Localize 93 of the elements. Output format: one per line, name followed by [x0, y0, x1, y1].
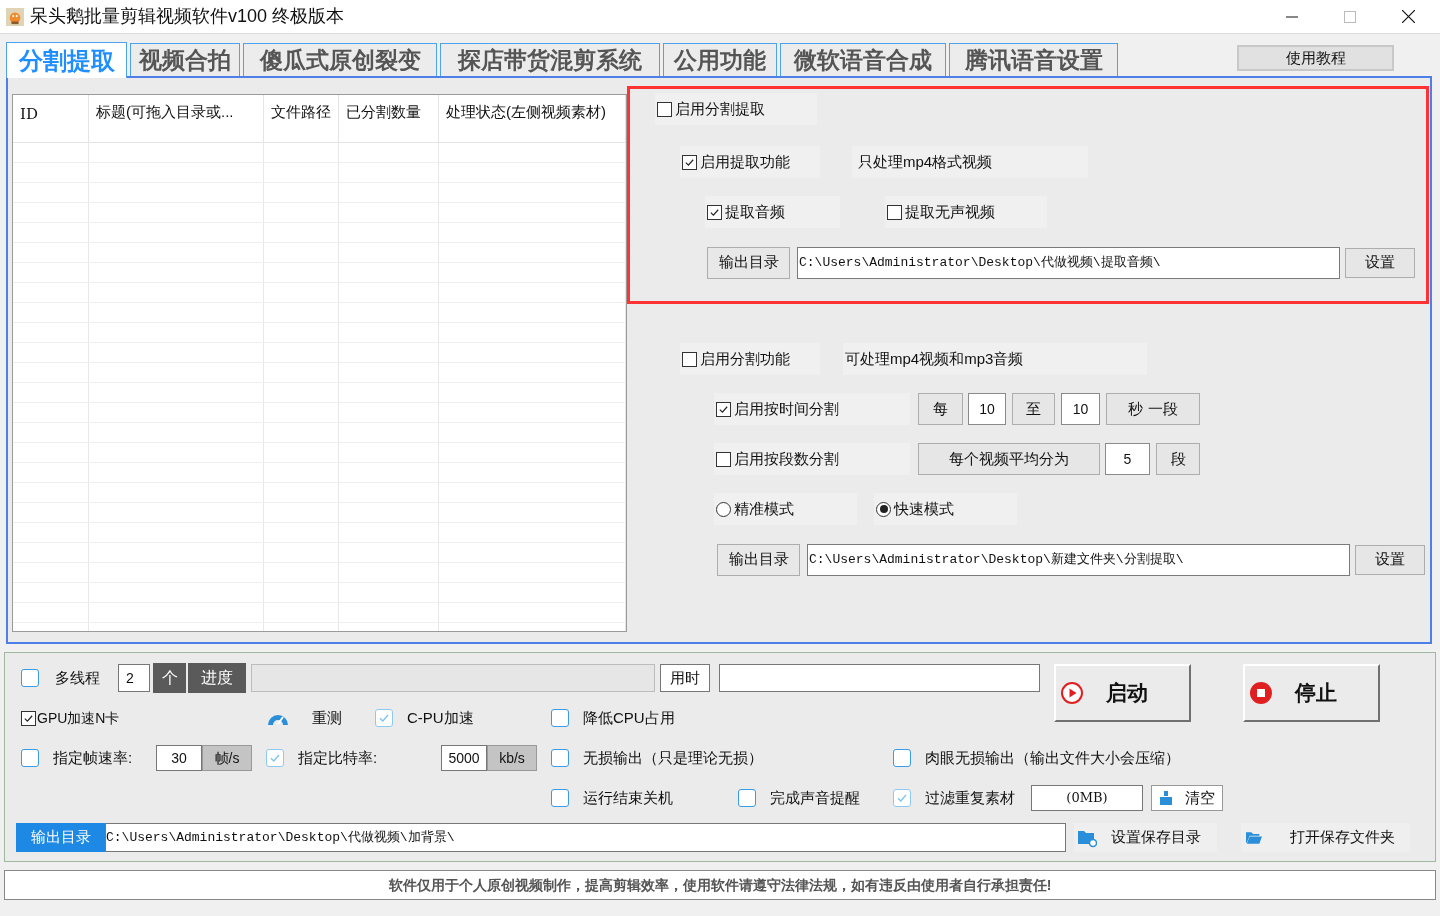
tab[interactable]: 腾讯语音设置 [949, 43, 1118, 76]
unit-label: 帧/s [202, 745, 252, 771]
radio-label: 快速模式 [894, 498, 954, 519]
checkbox-label: C-PU加速 [407, 707, 474, 728]
number-field[interactable]: 5000 [441, 745, 487, 771]
check-mark-icon [378, 712, 390, 724]
radio-button[interactable] [876, 501, 891, 517]
label-box: 每个视频平均分为 [918, 443, 1100, 475]
elapsed-label: 用时 [660, 664, 710, 692]
elapsed-field[interactable] [719, 664, 1040, 692]
checkbox-label: 过滤重复素材 [925, 787, 1015, 808]
size-field: (0MB) [1031, 785, 1143, 811]
column-header[interactable]: 文件路径 [264, 95, 339, 142]
checkbox[interactable] [551, 709, 569, 727]
checkbox-label: 肉眼无损输出（输出文件大小会压缩） [925, 747, 1180, 768]
column-header[interactable]: 处理状态(左侧视频素材) [439, 95, 626, 142]
checkbox-label: 启用分割提取 [675, 98, 765, 119]
label-box: 至 [1012, 393, 1055, 425]
number-field[interactable]: 10 [1061, 393, 1100, 425]
column-header[interactable]: 标题(可拖入目录或... [89, 95, 264, 142]
path-field[interactable]: C:\Users\Administrator\Desktop\新建文件夹\分割提取\ [807, 543, 1350, 576]
clear-button[interactable]: 清空 [1151, 785, 1223, 811]
checkbox-label: 指定比特率: [298, 747, 378, 768]
checkbox[interactable] [551, 749, 569, 767]
open-folder-button[interactable]: 打开保存文件夹 [1241, 823, 1410, 852]
checkbox-label: 降低CPU占用 [583, 707, 675, 728]
set-button[interactable]: 设置 [1355, 544, 1425, 575]
checkbox-label: 运行结束关机 [583, 787, 673, 808]
checkbox[interactable] [657, 101, 672, 117]
radio-label: 精准模式 [734, 498, 794, 519]
check-mark-icon [269, 752, 281, 764]
checkbox-label: 多线程 [55, 667, 101, 688]
column-header[interactable]: ID [13, 95, 89, 142]
checkbox[interactable] [551, 789, 569, 807]
checkbox[interactable] [21, 669, 39, 687]
checkbox-label: GPU加速N卡 [37, 708, 120, 728]
set-button[interactable]: 设置 [1345, 247, 1415, 278]
checkbox-label: 启用按段数分割 [734, 448, 839, 469]
notice-text: 软件仅用于个人原创视频制作，提高剪辑效率，使用软件请遵守法律法规，如有违反由使用者自行承担责任! [4, 870, 1436, 900]
checkbox-label: 启用按时间分割 [734, 398, 839, 419]
tab[interactable]: 探店带货混剪系统 [440, 43, 660, 76]
checkbox-label: 完成声音提醒 [770, 787, 860, 808]
retest-button[interactable]: 重测 [266, 706, 342, 730]
radio-button[interactable] [716, 501, 731, 517]
checkbox-label: 无损输出（只是理论无损） [583, 747, 763, 768]
output-dir-button[interactable]: 输出目录 [717, 543, 800, 576]
tab[interactable]: 公用功能 [663, 43, 777, 76]
tab[interactable]: 视频合拍 [130, 43, 240, 76]
checkbox[interactable] [21, 710, 36, 726]
path-field[interactable]: C:\Users\Administrator\Desktop\代做视频\提取音频\ [797, 246, 1340, 279]
checkbox[interactable] [738, 789, 756, 807]
checkbox[interactable] [716, 401, 731, 417]
label-box: 每 [918, 393, 963, 425]
start-button[interactable]: 启动 [1054, 664, 1191, 722]
window-title: 呆头鹅批量剪辑视频软件v100 终极版本 [30, 5, 345, 28]
app-icon [6, 7, 24, 26]
unit-label: 个 [153, 663, 186, 693]
play-icon [1060, 681, 1084, 705]
stop-icon [1249, 681, 1273, 705]
checkbox-label: 启用分割功能 [700, 348, 790, 369]
label-box: 秒 一段 [1106, 393, 1200, 425]
checkbox[interactable] [21, 749, 39, 767]
number-field[interactable]: 10 [968, 393, 1006, 425]
progress-label: 进度 [188, 663, 246, 693]
number-field[interactable]: 5 [1105, 443, 1150, 475]
note-text: 可处理mp4视频和mp3音频 [843, 343, 1147, 375]
label-box: 段 [1156, 443, 1200, 475]
set-save-dir-button[interactable]: 设置保存目录 [1074, 823, 1217, 852]
checkbox-label: 提取无声视频 [905, 201, 995, 222]
check-mark-icon [896, 792, 908, 804]
checkbox[interactable] [707, 204, 722, 220]
broom-icon [1159, 791, 1173, 805]
path-field[interactable]: C:\Users\Administrator\Desktop\代做视频\加背景\ [105, 823, 1066, 852]
checkbox[interactable] [682, 154, 697, 170]
checkbox[interactable] [887, 204, 902, 220]
stop-button[interactable]: 停止 [1243, 664, 1380, 722]
folder-icon [1246, 831, 1262, 844]
help-button[interactable]: 使用教程 [1237, 45, 1394, 71]
checkbox-label: 提取音频 [725, 201, 785, 222]
number-field[interactable]: 2 [118, 664, 150, 692]
tab[interactable]: 傻瓜式原创裂变 [243, 43, 437, 76]
unit-label: kb/s [487, 745, 537, 771]
number-field[interactable]: 30 [156, 745, 202, 771]
checkbox[interactable] [893, 749, 911, 767]
checkbox-label: 启用提取功能 [700, 151, 790, 172]
checkbox[interactable] [682, 351, 697, 367]
checkbox[interactable] [716, 451, 731, 467]
output-dir-button[interactable]: 输出目录 [707, 246, 790, 279]
note-text: 只处理mp4格式视频 [852, 146, 1088, 178]
output-dir-label: 输出目录 [16, 823, 105, 852]
checkbox-label: 指定帧速率: [53, 747, 133, 768]
column-header[interactable]: 已分割数量 [339, 95, 439, 142]
tab[interactable]: 微软语音合成 [780, 43, 946, 76]
